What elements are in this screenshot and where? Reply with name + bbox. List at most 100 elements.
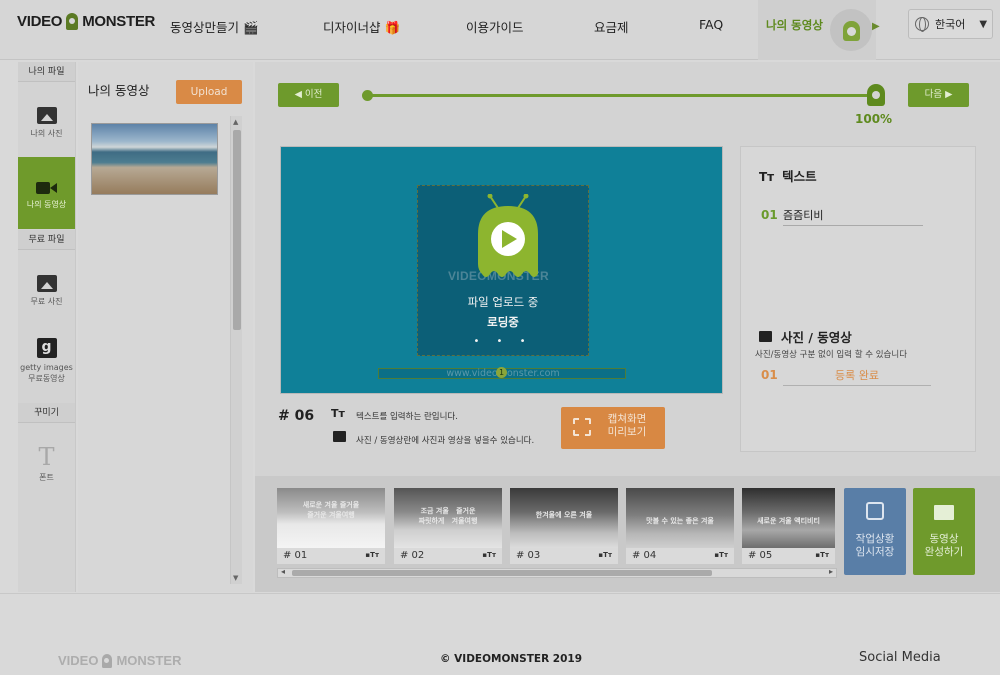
progress-mascot-icon bbox=[867, 84, 885, 106]
text-tt-icon: Tт bbox=[759, 170, 775, 184]
sidebar-item-label: 폰트 bbox=[39, 473, 54, 482]
scene-number: # 06 bbox=[278, 408, 315, 424]
language-value: 한국어 bbox=[935, 18, 966, 31]
file-panel: 나의 동영상 Upload ▲ ▼ bbox=[78, 62, 253, 592]
top-navigation-bar: VIDEO MONSTER 동영상만들기 🎬 디자이너샵 🎁 이용가이드 요금제 … bbox=[0, 0, 1000, 60]
scene-card[interactable]: 새로운 겨울 즐거울 즐거운 겨울여행 # 01 ▪Tт bbox=[277, 488, 385, 564]
sidebar-item-label: 나의 사진 bbox=[30, 129, 63, 138]
upload-button[interactable]: Upload bbox=[176, 80, 242, 104]
scene-media-text-icons: ▪Tт bbox=[482, 551, 496, 559]
sidebar-item-getty-images[interactable]: g getty images 무료동영상 bbox=[18, 324, 75, 400]
social-media-link[interactable]: Social Media bbox=[859, 650, 941, 665]
prev-button[interactable]: ◀ 이전 bbox=[278, 83, 339, 107]
scrollbar-thumb[interactable] bbox=[233, 130, 241, 330]
section-my-files: 나의 파일 bbox=[18, 62, 75, 82]
watermark-url-bar: www.videomonster.com 1 bbox=[378, 367, 626, 379]
nav-pricing[interactable]: 요금제 bbox=[594, 17, 629, 36]
uploading-text: 파일 업로드 중 bbox=[467, 295, 539, 309]
sidebar-item-free-photos[interactable]: 무료 사진 bbox=[18, 251, 75, 323]
copyright-text: © VIDEOMONSTER 2019 bbox=[440, 653, 583, 665]
nav-my-video-label: 나의 동영상 bbox=[766, 18, 823, 32]
video-thumbnail[interactable] bbox=[91, 123, 218, 195]
scene-media-text-icons: ▪Tт bbox=[365, 551, 379, 559]
file-panel-title: 나의 동영상 bbox=[88, 83, 150, 98]
nav-my-video[interactable]: 나의 동영상 bbox=[758, 0, 876, 60]
sidebar-item-label: 무료 사진 bbox=[30, 297, 63, 306]
complete-video-label: 동영상 bbox=[929, 533, 959, 545]
language-selector[interactable]: 한국어 ▼ bbox=[908, 9, 993, 39]
asset-category-sidebar: 나의 파일 나의 사진 나의 동영상 무료 파일 무료 사진 g getty i… bbox=[18, 62, 76, 592]
mascot-avatar bbox=[830, 9, 872, 51]
font-t-icon: T bbox=[38, 443, 55, 471]
scene-overlay-text: 조금 겨울 즐거운 짜릿하게 겨울여행 bbox=[418, 507, 478, 525]
section-free-files: 무료 파일 bbox=[18, 230, 75, 250]
progress-percent: 100% bbox=[855, 112, 893, 126]
media-section-heading: 사진 / 동영상 bbox=[759, 327, 852, 346]
scene-card[interactable]: 맛볼 수 있는 좋은 겨울 # 04 ▪Tт bbox=[626, 488, 734, 564]
scene-card[interactable]: 새로운 겨울 액티비티 # 05 ▪Tт bbox=[742, 488, 835, 564]
nav-user-guide[interactable]: 이용가이드 bbox=[466, 17, 524, 36]
next-button[interactable]: 다음 ▶ bbox=[908, 83, 969, 107]
scroll-right-icon[interactable]: ▸ bbox=[829, 567, 833, 576]
text-index: 01 bbox=[761, 208, 778, 222]
monster-logo-icon bbox=[66, 13, 79, 30]
save-draft-label: 임시저장 bbox=[855, 546, 895, 558]
getty-g-icon: g bbox=[36, 338, 57, 358]
loading-dots: • • • bbox=[473, 336, 533, 347]
scene-overlay-text: 한겨울에 오른 겨울 bbox=[535, 511, 593, 519]
save-draft-button[interactable]: 작업상황 임시저장 bbox=[844, 488, 906, 575]
footer: VIDEO MONSTER © VIDEOMONSTER 2019 Social … bbox=[0, 593, 1000, 675]
scroll-up-icon[interactable]: ▲ bbox=[233, 118, 238, 126]
complete-video-button[interactable]: 동영상 완성하기 bbox=[913, 488, 975, 575]
scene-timeline: 새로운 겨울 즐거울 즐거운 겨울여행 # 01 ▪Tт 조금 겨울 즐거운 짜릿… bbox=[255, 476, 1000, 592]
scene-overlay-text: 새로운 겨울 액티비티 bbox=[757, 517, 820, 525]
scene-label: # 01 ▪Tт bbox=[277, 548, 385, 564]
scene-label: # 04 ▪Tт bbox=[626, 548, 734, 564]
media-subtitle: 사진/동영상 구분 없이 입력 할 수 있습니다 bbox=[755, 350, 908, 360]
media-input-field[interactable]: 등록 완료 bbox=[783, 367, 931, 386]
sidebar-item-label: 나의 동영상 bbox=[26, 200, 67, 209]
nav-make-video[interactable]: 동영상만들기 🎬 bbox=[170, 17, 259, 36]
scene-media-text-icons: ▪Tт bbox=[714, 551, 728, 559]
nav-designer-shop[interactable]: 디자이너샵 🎁 bbox=[323, 17, 400, 36]
image-icon bbox=[333, 431, 346, 445]
sidebar-item-my-videos[interactable]: 나의 동영상 bbox=[18, 157, 75, 229]
videomonster-logo[interactable]: VIDEO MONSTER bbox=[17, 13, 155, 30]
timeline-scrollbar[interactable]: ◂ ▸ bbox=[277, 567, 837, 578]
text-section-heading: Tт 텍스트 bbox=[759, 169, 817, 184]
scene-preview[interactable]: VIDEOMONSTER 파일 업로드 중 로딩중 • • • www.vide… bbox=[280, 146, 723, 394]
text-input-field[interactable]: 즘즘티비 bbox=[783, 207, 923, 226]
scene-card[interactable]: 한겨울에 오른 겨울 # 03 ▪Tт bbox=[510, 488, 618, 564]
monster-mascot-icon bbox=[843, 21, 860, 41]
scrollbar-thumb[interactable] bbox=[292, 570, 712, 576]
caret-right-icon[interactable]: ▶ bbox=[872, 21, 880, 32]
monster-mascot-icon bbox=[478, 194, 538, 277]
progress-track bbox=[367, 94, 875, 97]
text-hint: 텍스트를 입력하는 란입니다. bbox=[356, 412, 458, 422]
loading-text: 로딩중 bbox=[487, 315, 519, 329]
footer-logo[interactable]: VIDEO MONSTER bbox=[58, 653, 181, 668]
save-draft-icon bbox=[866, 502, 884, 520]
text-tt-icon: Tт bbox=[331, 407, 345, 420]
scene-card[interactable]: 조금 겨울 즐거운 짜릿하게 겨울여행 # 02 ▪Tт bbox=[394, 488, 502, 564]
scroll-down-icon[interactable]: ▼ bbox=[233, 574, 238, 582]
capture-preview-button[interactable]: 캡쳐화면 미리보기 bbox=[561, 407, 665, 449]
sidebar-item-font[interactable]: T 폰트 bbox=[18, 424, 75, 496]
editor-main: ◀ 이전 100% 다음 ▶ VIDEOMONSTER 파일 업로드 중 로딩중… bbox=[255, 62, 1000, 592]
capture-label: 미리보기 bbox=[607, 426, 647, 438]
image-icon bbox=[759, 331, 772, 342]
sidebar-item-my-photos[interactable]: 나의 사진 bbox=[18, 83, 75, 157]
sidebar-item-label: getty images bbox=[20, 363, 73, 372]
scene-label: # 05 ▪Tт bbox=[742, 548, 835, 564]
globe-icon bbox=[915, 17, 929, 32]
capture-icon bbox=[573, 418, 591, 436]
progress-start-dot bbox=[362, 90, 373, 101]
chevron-down-icon: ▼ bbox=[979, 18, 988, 30]
nav-faq[interactable]: FAQ bbox=[699, 17, 723, 32]
file-panel-scrollbar[interactable]: ▲ ▼ bbox=[230, 116, 242, 584]
image-icon bbox=[36, 107, 57, 124]
scene-label: # 03 ▪Tт bbox=[510, 548, 618, 564]
scene-pin-marker: 1 bbox=[496, 367, 507, 378]
video-camera-icon bbox=[35, 181, 58, 195]
scroll-left-icon[interactable]: ◂ bbox=[281, 567, 285, 576]
